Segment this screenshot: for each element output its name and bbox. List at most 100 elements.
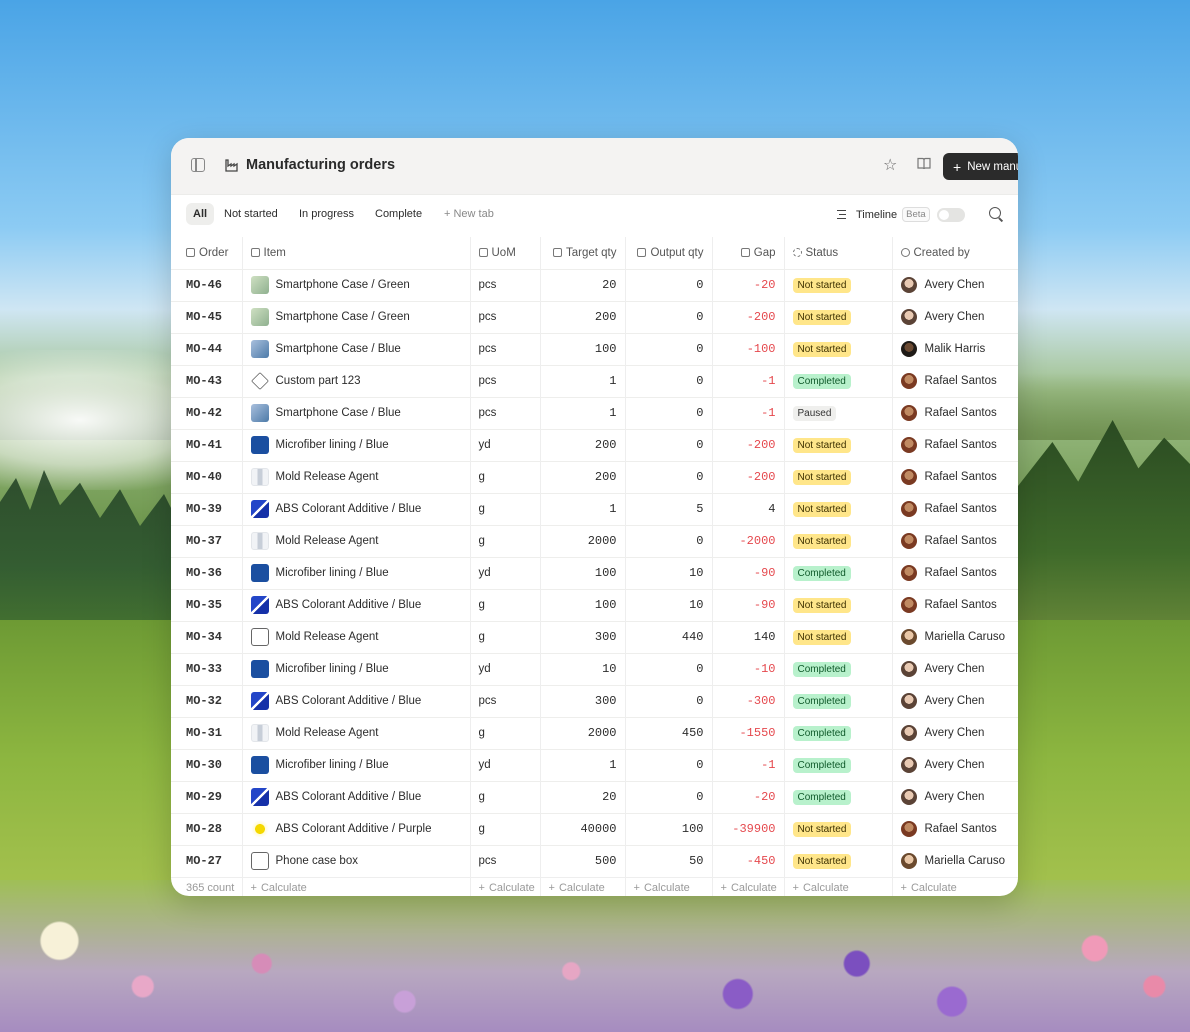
timeline-control[interactable]: Timeline Beta: [837, 207, 965, 222]
created-by-cell[interactable]: Rafael Santos: [892, 492, 1018, 525]
column-header-status[interactable]: Status: [784, 237, 893, 269]
output-qty-cell[interactable]: 50: [625, 844, 713, 877]
table-row[interactable]: MO-32 ABS Colorant Additive / Blue pcs 300 0…: [171, 684, 1018, 717]
status-cell[interactable]: Not started: [784, 492, 893, 525]
item-cell[interactable]: Microfiber lining / Blue: [242, 556, 471, 589]
table-row[interactable]: MO-46 Smartphone Case / Green pcs 20 0 -20 Not…: [171, 268, 1018, 301]
created-by-cell[interactable]: Mariella Caruso: [892, 620, 1018, 653]
status-cell[interactable]: Completed: [784, 748, 893, 781]
target-qty-cell[interactable]: 2000: [540, 716, 626, 749]
table-row[interactable]: MO-42 Smartphone Case / Blue pcs 1 0 -1 Paused…: [171, 396, 1018, 429]
order-cell[interactable]: MO-37: [171, 524, 243, 557]
column-header-order[interactable]: Order: [171, 237, 243, 269]
output-qty-cell[interactable]: 0: [625, 268, 713, 301]
created-by-cell[interactable]: Rafael Santos: [892, 812, 1018, 845]
status-cell[interactable]: Completed: [784, 684, 893, 717]
table-row[interactable]: MO-40 Mold Release Agent g 200 0 -200 Not star…: [171, 460, 1018, 493]
item-cell[interactable]: Custom part 123: [242, 364, 471, 397]
uom-cell[interactable]: g: [470, 524, 541, 557]
status-cell[interactable]: Not started: [784, 620, 893, 653]
footer-calculate[interactable]: + Calculate: [712, 876, 785, 896]
target-qty-cell[interactable]: 300: [540, 684, 626, 717]
status-cell[interactable]: Completed: [784, 556, 893, 589]
order-cell[interactable]: MO-30: [171, 748, 243, 781]
table-row[interactable]: MO-33 Microfiber lining / Blue yd 10 0 -10 Com…: [171, 652, 1018, 685]
uom-cell[interactable]: pcs: [470, 364, 541, 397]
target-qty-cell[interactable]: 20: [540, 268, 626, 301]
order-cell[interactable]: MO-46: [171, 268, 243, 301]
table-row[interactable]: MO-36 Microfiber lining / Blue yd 100 10 -90 C…: [171, 556, 1018, 589]
created-by-cell[interactable]: Rafael Santos: [892, 588, 1018, 621]
order-cell[interactable]: MO-35: [171, 588, 243, 621]
footer-calculate[interactable]: + Calculate: [784, 876, 893, 896]
item-cell[interactable]: Smartphone Case / Blue: [242, 332, 471, 365]
created-by-cell[interactable]: Avery Chen: [892, 716, 1018, 749]
tab-all[interactable]: All: [186, 203, 215, 225]
item-cell[interactable]: Microfiber lining / Blue: [242, 748, 471, 781]
created-by-cell[interactable]: Rafael Santos: [892, 396, 1018, 429]
item-cell[interactable]: ABS Colorant Additive / Blue: [242, 780, 471, 813]
table-row[interactable]: MO-44 Smartphone Case / Blue pcs 100 0 -100 No…: [171, 332, 1018, 365]
output-qty-cell[interactable]: 0: [625, 460, 713, 493]
uom-cell[interactable]: pcs: [470, 300, 541, 333]
tab-in-progress[interactable]: In progress: [299, 208, 354, 220]
created-by-cell[interactable]: Rafael Santos: [892, 460, 1018, 493]
target-qty-cell[interactable]: 500: [540, 844, 626, 877]
item-cell[interactable]: ABS Colorant Additive / Blue: [242, 684, 471, 717]
created-by-cell[interactable]: Rafael Santos: [892, 364, 1018, 397]
created-by-cell[interactable]: Avery Chen: [892, 652, 1018, 685]
sidebar-toggle-icon[interactable]: [191, 158, 205, 172]
output-qty-cell[interactable]: 0: [625, 428, 713, 461]
uom-cell[interactable]: yd: [470, 556, 541, 589]
tab-complete[interactable]: Complete: [375, 208, 422, 220]
footer-calculate[interactable]: + Calculate: [625, 876, 713, 896]
uom-cell[interactable]: pcs: [470, 844, 541, 877]
footer-calculate[interactable]: + Calculate: [242, 876, 471, 896]
created-by-cell[interactable]: Avery Chen: [892, 300, 1018, 333]
order-cell[interactable]: MO-27: [171, 844, 243, 877]
uom-cell[interactable]: pcs: [470, 268, 541, 301]
order-cell[interactable]: MO-34: [171, 620, 243, 653]
order-cell[interactable]: MO-28: [171, 812, 243, 845]
column-header-gap[interactable]: Gap: [712, 237, 785, 269]
order-cell[interactable]: MO-39: [171, 492, 243, 525]
table-row[interactable]: MO-29 ABS Colorant Additive / Blue g 20 0 -20…: [171, 780, 1018, 813]
status-cell[interactable]: Not started: [784, 524, 893, 557]
target-qty-cell[interactable]: 20: [540, 780, 626, 813]
footer-count[interactable]: 365 count: [171, 876, 243, 896]
created-by-cell[interactable]: Malik Harris: [892, 332, 1018, 365]
output-qty-cell[interactable]: 0: [625, 300, 713, 333]
table-row[interactable]: MO-35 ABS Colorant Additive / Blue g 100 10-…: [171, 588, 1018, 621]
target-qty-cell[interactable]: 300: [540, 620, 626, 653]
target-qty-cell[interactable]: 10: [540, 652, 626, 685]
uom-cell[interactable]: yd: [470, 428, 541, 461]
column-header-item[interactable]: Item: [242, 237, 471, 269]
footer-calculate[interactable]: + Calculate: [540, 876, 626, 896]
star-icon[interactable]: ☆: [883, 155, 897, 175]
order-cell[interactable]: MO-42: [171, 396, 243, 429]
uom-cell[interactable]: g: [470, 716, 541, 749]
new-tab-button[interactable]: + New tab: [444, 208, 494, 220]
target-qty-cell[interactable]: 2000: [540, 524, 626, 557]
table-row[interactable]: MO-39 ABS Colorant Additive / Blue g 1 5 4 Not…: [171, 492, 1018, 525]
target-qty-cell[interactable]: 200: [540, 428, 626, 461]
new-order-button[interactable]: + New manufacturing order: [943, 153, 1018, 180]
item-cell[interactable]: Microfiber lining / Blue: [242, 428, 471, 461]
status-cell[interactable]: Not started: [784, 268, 893, 301]
target-qty-cell[interactable]: 40000: [540, 812, 626, 845]
item-cell[interactable]: Smartphone Case / Blue: [242, 396, 471, 429]
order-cell[interactable]: MO-29: [171, 780, 243, 813]
output-qty-cell[interactable]: 0: [625, 364, 713, 397]
column-header-uom[interactable]: UoM: [470, 237, 541, 269]
output-qty-cell[interactable]: 0: [625, 748, 713, 781]
output-qty-cell[interactable]: 0: [625, 396, 713, 429]
created-by-cell[interactable]: Rafael Santos: [892, 428, 1018, 461]
created-by-cell[interactable]: Avery Chen: [892, 684, 1018, 717]
target-qty-cell[interactable]: 200: [540, 300, 626, 333]
item-cell[interactable]: ABS Colorant Additive / Blue: [242, 588, 471, 621]
status-cell[interactable]: Not started: [784, 332, 893, 365]
status-cell[interactable]: Not started: [784, 588, 893, 621]
uom-cell[interactable]: pcs: [470, 396, 541, 429]
created-by-cell[interactable]: Avery Chen: [892, 780, 1018, 813]
order-cell[interactable]: MO-31: [171, 716, 243, 749]
